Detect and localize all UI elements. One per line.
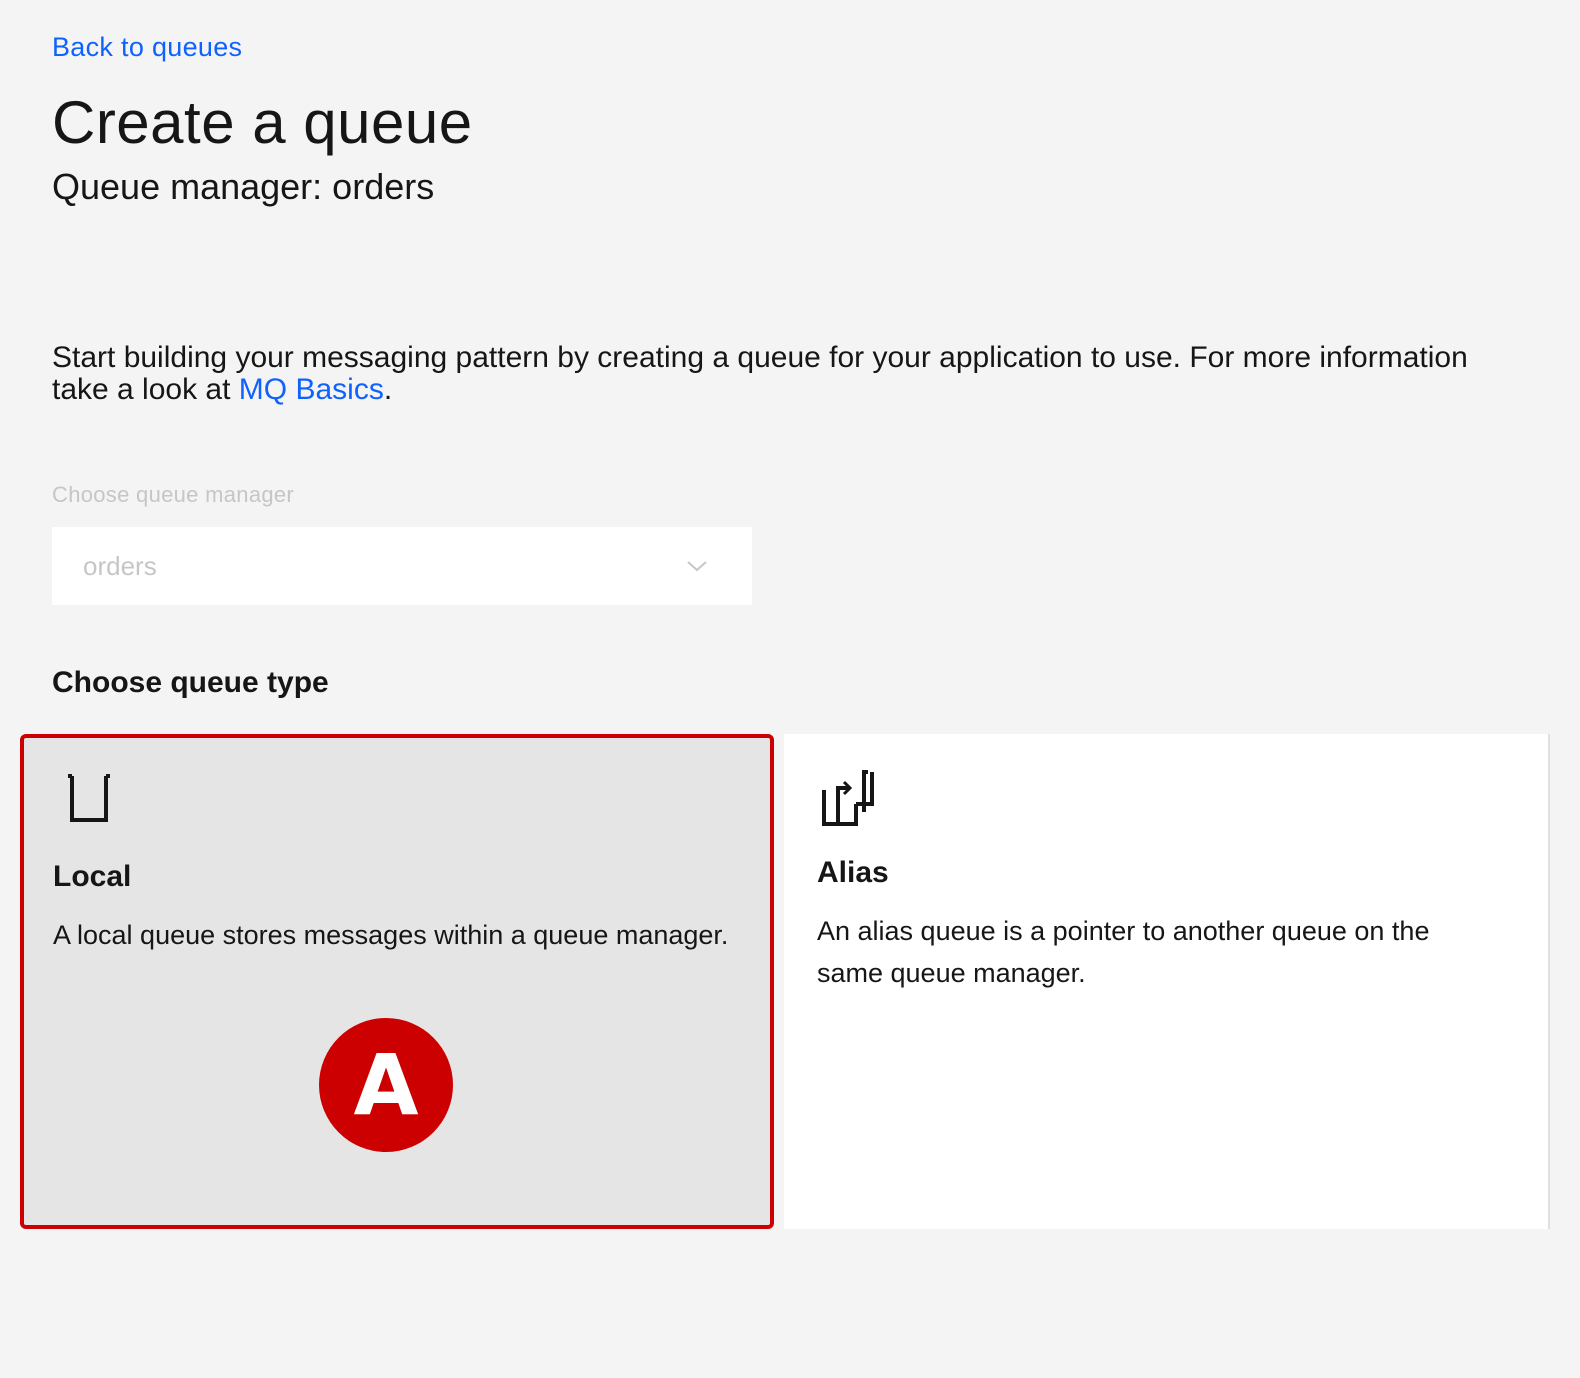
tile-title-alias: Alias (817, 856, 889, 889)
back-to-queues-link[interactable]: Back to queues (52, 32, 242, 63)
tile-description-local: A local queue stores messages within a q… (53, 920, 729, 950)
annotation-marker: A (319, 1018, 453, 1152)
queue-manager-select[interactable]: orders (52, 527, 752, 605)
tile-description-alias: An alias queue is a pointer to another q… (817, 916, 1430, 988)
intro-text-after: . (383, 373, 393, 406)
queue-type-heading: Choose queue type (52, 666, 329, 699)
page-title: Create a queue (52, 89, 473, 156)
tile-title-local: Local (53, 860, 132, 893)
page-subtitle: Queue manager: orders (52, 166, 435, 207)
alias-queue-icon (822, 770, 874, 826)
tile-divider (1548, 734, 1550, 1229)
queue-type-tile-local[interactable]: Local A local queue stores messages with… (20, 734, 774, 1229)
mq-basics-link[interactable]: MQ Basics (239, 373, 384, 406)
queue-manager-select-value: orders (83, 551, 157, 581)
intro-text: Start building your messaging pattern by… (52, 342, 1472, 406)
queue-type-tile-alias[interactable]: Alias An alias queue is a pointer to ano… (784, 734, 1548, 1229)
chevron-down-icon (687, 561, 707, 572)
queue-manager-label: Choose queue manager (52, 482, 295, 507)
local-queue-icon (68, 774, 110, 822)
